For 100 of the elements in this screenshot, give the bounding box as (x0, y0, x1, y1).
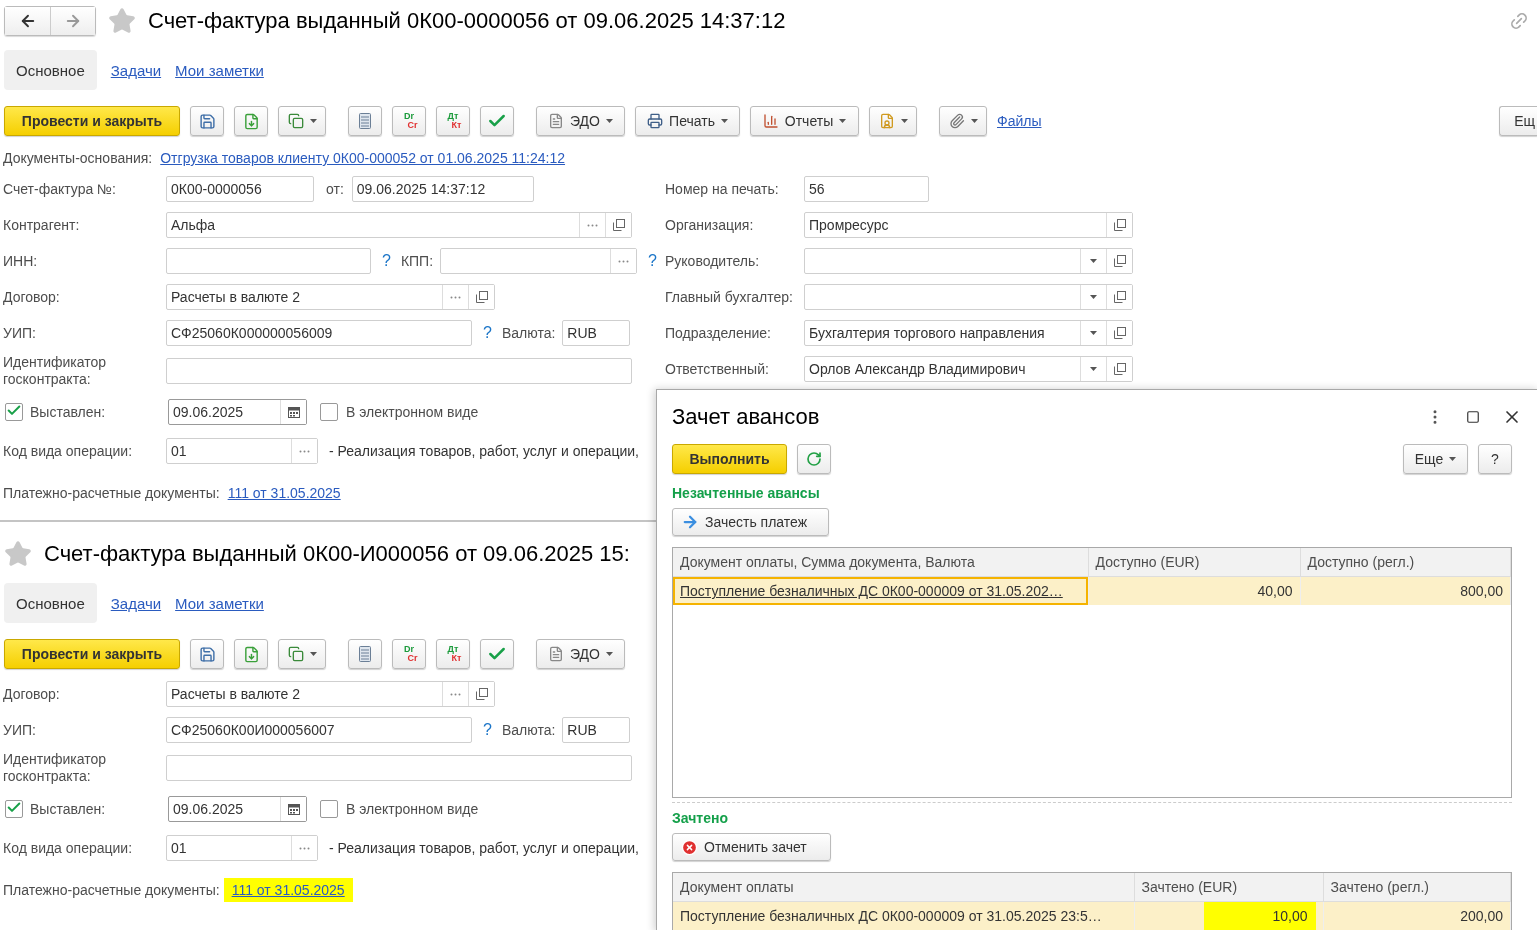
column-header[interactable]: Документ оплаты (673, 873, 1134, 902)
files-link[interactable]: Файлы (997, 113, 1042, 129)
check-button[interactable] (480, 106, 514, 136)
input-field[interactable] (804, 284, 1133, 310)
post-and-close-button[interactable]: Провести и закрыть (4, 639, 180, 669)
more-button[interactable]: Еще (1403, 444, 1468, 474)
post-button[interactable] (234, 106, 268, 136)
table-cell[interactable]: Поступление безналичных ДС 0К00-000009 от 31.05.202… (673, 576, 1088, 605)
open-button[interactable] (468, 285, 494, 309)
column-header[interactable]: Зачтено (EUR) (1134, 873, 1323, 902)
tab[interactable]: Задачи (110, 583, 162, 623)
refresh-button[interactable] (797, 444, 831, 474)
input-field[interactable]: RUB (562, 717, 631, 743)
print-button[interactable]: Печать (635, 106, 740, 136)
table-cell[interactable]: 800,00 (1300, 576, 1511, 605)
input-field[interactable] (804, 248, 1133, 274)
open-icon (1113, 327, 1126, 339)
debit-credit-button[interactable]: Dr Cr (392, 639, 426, 669)
open-button[interactable] (605, 213, 631, 237)
input-field[interactable]: Бухгалтерия торгового направления (804, 320, 1133, 346)
input-field[interactable]: Расчеты в валюте 2 (166, 681, 495, 707)
input-field[interactable]: 56 (804, 176, 929, 202)
calendar-button[interactable] (280, 400, 306, 424)
input-field[interactable]: RUB (562, 320, 631, 346)
basis-document-link[interactable]: Отгрузка товаров клиенту 0К00-000052 от 01.06.2025 11:24:12 (160, 150, 566, 166)
input-field[interactable]: 09.06.2025 (168, 399, 307, 425)
journal-button[interactable] (348, 106, 382, 136)
debit-credit-button[interactable]: Дт Кт (436, 106, 470, 136)
maximize-icon[interactable] (1466, 410, 1480, 424)
table-cell[interactable]: Поступление безналичных ДС 0К00-000009 от 31.05.2025 23:5… (673, 901, 1134, 930)
attach-button[interactable] (939, 106, 987, 136)
caret-icon (900, 119, 908, 123)
favorite-star-icon[interactable] (4, 540, 32, 568)
debit-credit-button[interactable]: Дт Кт (436, 639, 470, 669)
payment-document-link[interactable]: 111 от 31.05.2025 (227, 485, 341, 501)
help-icon[interactable]: ? (648, 252, 657, 270)
table-cell[interactable]: 200,00 (1323, 901, 1511, 930)
column-header[interactable]: Документ оплаты, Сумма документа, Валюта (673, 548, 1088, 577)
input-field[interactable]: СФ25060К000000056009 (166, 320, 472, 346)
debit-credit-button[interactable]: Dr Cr (392, 106, 426, 136)
checkbox[interactable] (5, 403, 23, 421)
input-field[interactable]: 09.06.2025 14:37:12 (351, 176, 534, 202)
post-button[interactable] (234, 639, 268, 669)
column-header[interactable]: Зачтено (регл.) (1323, 873, 1511, 902)
checkbox[interactable] (320, 800, 338, 818)
checkbox[interactable] (320, 403, 338, 421)
open-button[interactable] (1106, 213, 1132, 237)
input-field[interactable]: 01 (166, 835, 318, 861)
create-based-button[interactable] (278, 639, 326, 669)
input-field[interactable] (166, 248, 371, 274)
run-button[interactable]: Выполнить (672, 444, 787, 474)
document-person-icon (878, 113, 895, 129)
input-field[interactable] (440, 248, 638, 274)
input-field[interactable]: 01 (166, 438, 318, 464)
post-and-close-button[interactable]: Провести и закрыть (4, 106, 180, 136)
help-icon[interactable]: ? (483, 721, 492, 739)
open-button[interactable] (1106, 285, 1132, 309)
back-button[interactable] (5, 7, 50, 35)
column-header[interactable]: Доступно (EUR) (1088, 548, 1300, 577)
input-field[interactable]: СФ25060К00И000056007 (166, 717, 472, 743)
column-header[interactable]: Доступно (регл.) (1300, 548, 1511, 577)
reports-button[interactable]: Отчеты (750, 106, 859, 136)
open-button[interactable] (1106, 357, 1132, 381)
field-label: ИНН: (3, 252, 39, 270)
tab[interactable]: Основное (4, 583, 97, 623)
input-field[interactable] (166, 755, 632, 781)
save-button[interactable] (190, 106, 224, 136)
save-button[interactable] (190, 639, 224, 669)
tab[interactable]: Основное (4, 50, 97, 90)
input-field[interactable]: Расчеты в валюте 2 (166, 284, 495, 310)
document-menu-button[interactable] (869, 106, 917, 136)
tab[interactable]: Мои заметки (175, 583, 264, 623)
tab[interactable]: Мои заметки (175, 50, 264, 90)
help-icon[interactable]: ? (483, 324, 492, 342)
checkbox[interactable] (5, 800, 23, 818)
open-button[interactable] (1106, 321, 1132, 345)
check-button[interactable] (480, 639, 514, 669)
tab[interactable]: Задачи (110, 50, 162, 90)
cancel-offset-button[interactable]: Отменить зачет (672, 833, 831, 861)
create-based-button[interactable] (278, 106, 326, 136)
input-field[interactable]: Орлов Александр Владимирович (804, 356, 1133, 382)
payment-document-link[interactable]: 111 от 31.05.2025 (223, 878, 353, 902)
input-field[interactable]: Альфа (166, 212, 632, 238)
favorite-star-icon[interactable] (108, 7, 136, 35)
open-button[interactable] (468, 682, 494, 706)
help-button[interactable]: ? (1478, 444, 1512, 474)
edo-button[interactable]: ЭДО (536, 639, 625, 669)
journal-button[interactable] (348, 639, 382, 669)
edo-button[interactable]: ЭДО (536, 106, 625, 136)
calendar-button[interactable] (280, 797, 306, 821)
table-cell[interactable]: 40,00 (1088, 576, 1300, 605)
open-button[interactable] (1106, 249, 1132, 273)
open-icon (475, 291, 488, 303)
input-field[interactable]: 0К00-0000056 (166, 176, 314, 202)
input-field[interactable] (166, 358, 632, 384)
apply-payment-button[interactable]: Зачесть платеж (672, 508, 829, 536)
more-button[interactable]: Ещ (1499, 106, 1537, 136)
input-field[interactable]: Промресурс (804, 212, 1133, 238)
input-field[interactable]: 09.06.2025 (168, 796, 307, 822)
help-icon[interactable]: ? (382, 252, 391, 270)
